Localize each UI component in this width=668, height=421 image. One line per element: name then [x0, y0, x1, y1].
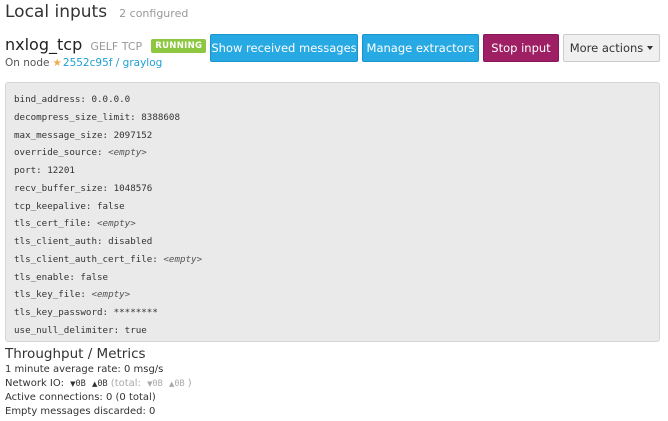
config-line: tls_key_password: ********: [14, 307, 158, 318]
config-value: <empty>: [108, 147, 147, 159]
config-value: true: [124, 324, 147, 336]
input-type: GELF TCP: [90, 40, 143, 53]
config-value: ********: [113, 307, 158, 318]
config-line: max_message_size: 2097152: [14, 129, 153, 141]
config-key: tls_client_auth_cert_file: [14, 253, 153, 265]
page-title: Local inputs: [5, 2, 108, 22]
config-key: max_message_size: [14, 129, 103, 141]
config-line: override_source: <empty>: [14, 147, 147, 159]
network-total-close: ): [187, 377, 192, 389]
config-value: false: [97, 200, 125, 212]
node-link[interactable]: 2552c95f / graylog: [63, 57, 162, 69]
config-value: 1048576: [113, 182, 153, 194]
total-in-value: 0B: [152, 378, 163, 389]
active-connections: Active connections: 0 (0 total): [5, 392, 156, 404]
config-line: recv_buffer_size: 1048576: [14, 182, 153, 194]
config-key: tcp_keepalive: [14, 200, 86, 212]
config-key: tls_enable: [14, 271, 70, 283]
config-line: decompress_size_limit: 8388608: [14, 111, 180, 123]
config-value: 2097152: [113, 129, 153, 141]
node-prefix: On node: [5, 57, 50, 69]
network-io-label: Network IO:: [5, 377, 64, 389]
network-total-label: (total:: [110, 377, 141, 389]
configured-count: 2 configured: [119, 7, 189, 20]
config-key: bind_address: [14, 94, 81, 105]
total-out-value: 0B: [174, 378, 185, 389]
config-key: tls_key_file: [14, 289, 81, 301]
config-line: tls_enable: false: [14, 271, 109, 283]
config-value: 0.0.0.0: [91, 94, 131, 105]
average-rate: 1 minute average rate: 0 msg/s: [5, 364, 164, 375]
config-key: tls_cert_file: [14, 218, 86, 230]
chevron-down-icon: [647, 46, 654, 50]
status-badge: RUNNING: [151, 39, 207, 53]
manage-extractors-button[interactable]: Manage extractors: [362, 34, 479, 62]
config-line: use_null_delimiter: true: [14, 324, 147, 336]
config-key: decompress_size_limit: [14, 111, 131, 123]
config-line: tls_cert_file: <empty>: [14, 218, 136, 230]
config-key: port: [14, 165, 37, 176]
stop-input-button[interactable]: Stop input: [483, 34, 559, 62]
config-line: bind_address: 0.0.0.0: [14, 94, 131, 105]
config-key: use_null_delimiter: [14, 324, 114, 336]
input-title: nxlog_tcp: [5, 35, 83, 54]
config-line: tcp_keepalive: false: [14, 200, 125, 212]
star-icon: ★: [52, 57, 62, 69]
more-actions-label: More actions: [569, 41, 644, 55]
config-value: <empty>: [163, 253, 203, 265]
network-io: Network IO: ▼0B ▲0B (total: ▼0B ▲0B ): [5, 377, 192, 392]
empty-messages-discarded: Empty messages discarded: 0: [5, 405, 156, 417]
network-out-value: 0B: [97, 378, 108, 389]
config-line: tls_key_file: <empty>: [14, 289, 131, 301]
more-actions-dropdown[interactable]: More actions: [563, 34, 660, 62]
configuration-box: bind_address: 0.0.0.0 decompress_size_lim…: [5, 82, 660, 342]
metrics-title: Throughput / Metrics: [5, 346, 146, 362]
config-list: bind_address: 0.0.0.0 decompress_size_lim…: [14, 91, 659, 340]
config-line: tls_client_auth_cert_file: <empty>: [14, 253, 203, 265]
config-value: <empty>: [97, 218, 136, 230]
page-header: Local inputs 2 configured: [5, 2, 188, 22]
config-value: 12201: [47, 165, 75, 176]
config-key: tls_key_password: [14, 307, 103, 318]
input-heading: nxlog_tcp GELF TCP RUNNING: [5, 35, 207, 54]
config-line: port: 12201: [14, 165, 75, 176]
config-key: override_source: [14, 147, 97, 159]
config-line: tls_client_auth: disabled: [14, 236, 153, 247]
config-value: 8388608: [141, 111, 180, 123]
config-key: tls_client_auth: [14, 236, 97, 247]
network-total: (total: ▼0B ▲0B ): [111, 378, 192, 389]
config-value: false: [80, 271, 109, 283]
config-value: <empty>: [91, 289, 131, 301]
throughput-metrics: Throughput / Metrics 1 minute average ra…: [5, 346, 192, 418]
config-value: disabled: [108, 236, 153, 247]
network-in-value: 0B: [75, 378, 86, 389]
config-key: recv_buffer_size: [14, 182, 103, 194]
show-received-messages-button[interactable]: Show received messages: [210, 34, 358, 62]
node-info: On node ★2552c95f / graylog: [5, 57, 162, 69]
